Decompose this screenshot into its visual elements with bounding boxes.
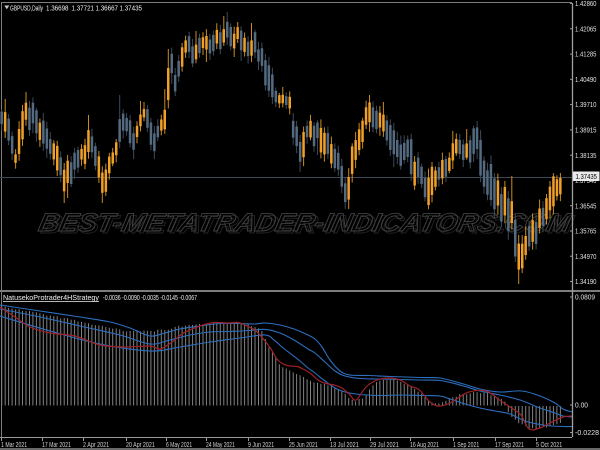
svg-text:1.36698: 1.36698 [46,4,69,13]
svg-text:6 May 2021: 6 May 2021 [166,440,192,449]
svg-text:25 Jun 2021: 25 Jun 2021 [289,440,318,449]
svg-text:1.38915: 1.38915 [575,126,597,135]
svg-text:1 Sep 2021: 1 Sep 2021 [453,440,479,449]
svg-text:1.37435: 1.37435 [576,172,598,181]
svg-text:1.35765: 1.35765 [575,227,597,236]
svg-text:1.36667: 1.36667 [96,4,119,13]
svg-text:0.00: 0.00 [575,401,588,410]
svg-text:-0.0228: -0.0228 [575,428,599,437]
svg-text:24 May 2021: 24 May 2021 [206,440,235,449]
svg-text:20 Apr 2021: 20 Apr 2021 [126,440,155,449]
svg-text:1.34970: 1.34970 [575,252,597,261]
svg-text:1.40490: 1.40490 [575,75,597,84]
svg-text:BEST-METATRADER-INDICATORS.COM: BEST-METATRADER-INDICATORS.COM [36,209,573,237]
svg-text:1.37721: 1.37721 [72,4,95,13]
svg-text:GBPUSD,Daily: GBPUSD,Daily [10,4,43,13]
svg-text:9 Jun 2021: 9 Jun 2021 [248,440,274,449]
svg-text:1.42065: 1.42065 [575,24,597,33]
svg-text:1.36545: 1.36545 [575,201,597,210]
svg-text:NatusekoProtrader4HStrategy: NatusekoProtrader4HStrategy [3,293,99,302]
svg-text:1.42860: 1.42860 [575,0,597,8]
svg-text:1 Mar 2021: 1 Mar 2021 [1,440,27,449]
svg-text:13 Jul 2021: 13 Jul 2021 [330,440,359,449]
svg-text:1.34190: 1.34190 [575,277,597,286]
svg-text:1.37435: 1.37435 [120,4,143,13]
svg-text:17 Sep 2021: 17 Sep 2021 [495,440,524,449]
svg-text:0.0809: 0.0809 [575,293,595,302]
svg-text:1.39710: 1.39710 [575,100,597,109]
svg-text:5 Oct 2021: 5 Oct 2021 [536,440,562,449]
svg-text:1.38135: 1.38135 [575,151,597,160]
svg-text:17 Mar 2021: 17 Mar 2021 [42,440,71,449]
svg-text:1.41285: 1.41285 [575,50,597,59]
svg-text:2 Apr 2021: 2 Apr 2021 [83,440,109,449]
svg-text:-0.0036 -0.0090 -0.0035 -0.014: -0.0036 -0.0090 -0.0035 -0.0145 -0.0067 [103,293,197,302]
svg-text:16 Aug 2021: 16 Aug 2021 [410,440,439,449]
svg-text:29 Jul 2021: 29 Jul 2021 [370,440,399,449]
